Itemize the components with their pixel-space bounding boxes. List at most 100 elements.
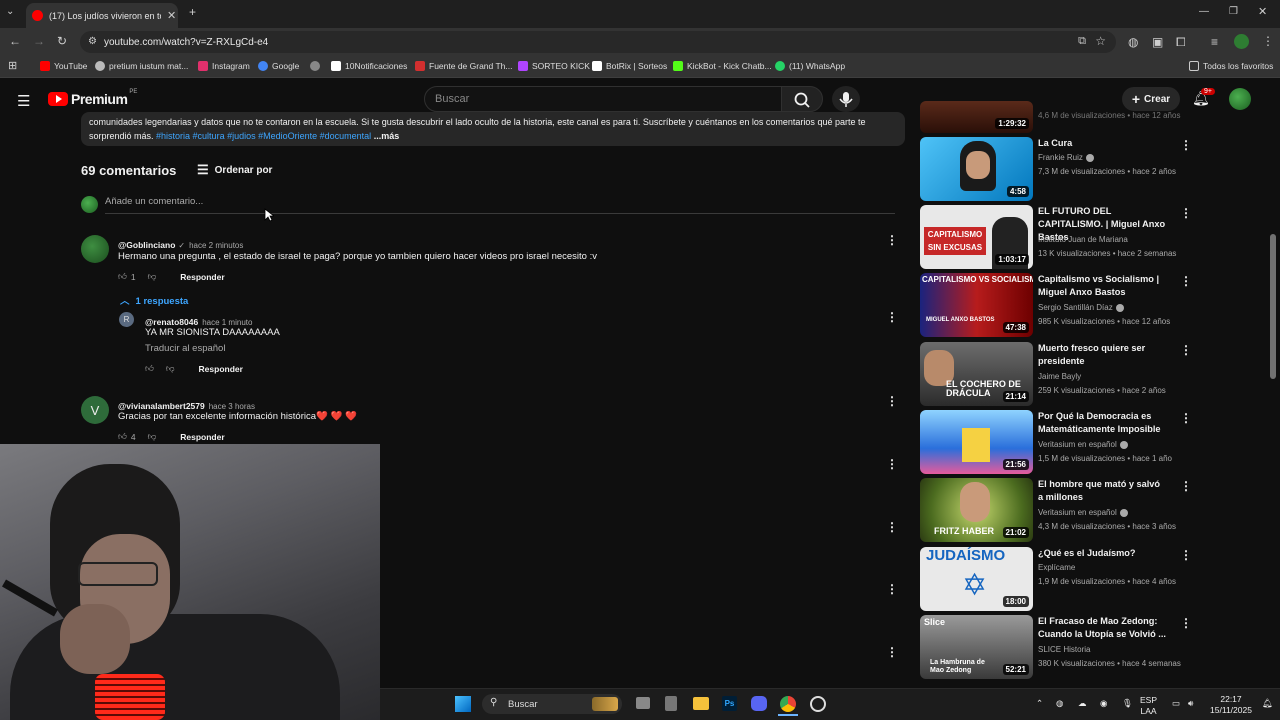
- account-avatar[interactable]: [1229, 88, 1251, 110]
- bookmark-item[interactable]: BotRix | Sorteos: [592, 61, 667, 71]
- add-comment-input[interactable]: Añade un comentario...: [105, 196, 895, 214]
- video-title[interactable]: Capitalismo vs Socialismo | Miguel Anxo …: [1038, 273, 1166, 299]
- bookmark-item[interactable]: YouTube: [40, 61, 87, 71]
- extensions-puzzle-icon[interactable]: ⧠: [1176, 35, 1186, 50]
- channel-name[interactable]: Jaime Bayly: [1038, 372, 1081, 381]
- video-title[interactable]: El hombre que mató y salvó a millones: [1038, 478, 1166, 504]
- windows-start-icon[interactable]: [455, 696, 471, 712]
- channel-name[interactable]: SLICE Historia: [1038, 645, 1090, 654]
- bookmark-item[interactable]: [310, 61, 324, 71]
- bookmark-item[interactable]: Instagram: [198, 61, 250, 71]
- video-menu-icon[interactable]: ⋮: [1180, 207, 1192, 219]
- channel-name[interactable]: Veritasium en español: [1038, 440, 1117, 449]
- tray-app-icon[interactable]: ◉: [1100, 698, 1107, 709]
- comment-menu-icon[interactable]: ⋮: [886, 311, 898, 323]
- sidebar-video[interactable]: CAPITALISMO VS SOCIALISMO MIGUEL ANXO BA…: [920, 273, 1200, 337]
- channel-name[interactable]: Veritasium en español: [1038, 508, 1117, 517]
- bookmark-item[interactable]: Google: [258, 61, 299, 71]
- comment-menu-icon[interactable]: ⋮: [886, 395, 898, 407]
- video-menu-icon[interactable]: ⋮: [1180, 275, 1192, 287]
- extension-icon[interactable]: ▣: [1152, 35, 1163, 49]
- video-thumbnail[interactable]: JUDAÍSMO ✡ 18:00: [920, 547, 1033, 611]
- sidebar-video[interactable]: 1:29:32 4,6 M de visualizaciones • hace …: [920, 101, 1200, 133]
- comment-menu-icon[interactable]: ⋮: [886, 458, 898, 470]
- video-title[interactable]: Muerto fresco quiere ser presidente: [1038, 342, 1166, 368]
- comment-menu-icon[interactable]: ⋮: [886, 583, 898, 595]
- show-more-link[interactable]: ...más: [374, 131, 400, 141]
- video-menu-icon[interactable]: ⋮: [1180, 412, 1192, 424]
- reply-avatar[interactable]: R: [119, 312, 134, 327]
- reply-button[interactable]: Responder: [180, 272, 224, 282]
- discord-icon[interactable]: [751, 696, 767, 711]
- bookmark-star-icon[interactable]: ☆: [1095, 34, 1106, 48]
- taskbar-search[interactable]: ⚲ Buscar: [482, 694, 622, 714]
- reply-button[interactable]: Responder: [180, 432, 224, 442]
- profile-avatar[interactable]: [1234, 34, 1249, 49]
- video-title[interactable]: ¿Qué es el Judaísmo?: [1038, 547, 1166, 560]
- video-thumbnail[interactable]: FRITZ HABER 21:02: [920, 478, 1033, 542]
- taskbar-app-icon[interactable]: [810, 696, 826, 712]
- sidebar-video[interactable]: FRITZ HABER 21:02 El hombre que mató y s…: [920, 478, 1200, 542]
- tray-app-icon[interactable]: ◍: [1056, 698, 1063, 709]
- bookmark-item[interactable]: (11) WhatsApp: [775, 61, 845, 71]
- bookmark-item[interactable]: Fuente de Grand Th...: [415, 61, 512, 71]
- comment-avatar[interactable]: V: [81, 396, 109, 424]
- extension-icon[interactable]: ◍: [1128, 35, 1138, 49]
- channel-name[interactable]: Explícame: [1038, 563, 1075, 572]
- hamburger-menu-icon[interactable]: ☰: [17, 92, 30, 110]
- file-explorer-icon[interactable]: [693, 697, 709, 710]
- comment-menu-icon[interactable]: ⋮: [886, 521, 898, 533]
- video-thumbnail[interactable]: Slice La Hambruna de Mao Zedong 52:21: [920, 615, 1033, 679]
- video-title[interactable]: El Fracaso de Mao Zedong: Cuando la Utop…: [1038, 615, 1166, 641]
- comment-time[interactable]: hace 1 minuto: [202, 318, 252, 327]
- site-info-icon[interactable]: ⚙: [88, 36, 97, 47]
- network-icon[interactable]: ▭: [1172, 698, 1180, 709]
- comment-avatar[interactable]: [81, 235, 109, 263]
- channel-name[interactable]: Instituto Juan de Mariana: [1038, 235, 1128, 244]
- onedrive-icon[interactable]: ☁: [1078, 698, 1087, 709]
- video-menu-icon[interactable]: ⋮: [1180, 139, 1192, 151]
- back-icon[interactable]: ←: [9, 34, 21, 48]
- replies-toggle[interactable]: ︿ 1 respuesta: [120, 293, 188, 307]
- bookmark-item[interactable]: SORTEO KICK: [518, 61, 590, 71]
- translate-link[interactable]: Traducir al español: [145, 343, 225, 354]
- video-thumbnail[interactable]: 4:58: [920, 137, 1033, 201]
- page-scrollbar[interactable]: [1270, 234, 1276, 379]
- reply-button[interactable]: Responder: [199, 364, 243, 374]
- channel-name[interactable]: Frankie Ruiz: [1038, 153, 1083, 162]
- comment-time[interactable]: hace 3 horas: [209, 402, 255, 411]
- task-view-icon[interactable]: [636, 697, 650, 709]
- address-bar[interactable]: ⚙ youtube.com/watch?v=Z-RXLgCd-e4 ⧉ ☆: [80, 31, 1116, 53]
- bookmark-item[interactable]: KickBot - Kick Chatb...: [673, 61, 772, 71]
- dislike-icon[interactable]: 👎︎: [148, 271, 157, 282]
- search-input[interactable]: Buscar: [424, 86, 782, 112]
- tab-list-icon[interactable]: ⌄: [6, 6, 14, 17]
- sidebar-video[interactable]: 4:58 La Cura Frankie Ruiz 7,3 M de visua…: [920, 137, 1200, 201]
- forward-icon[interactable]: →: [33, 34, 45, 48]
- dislike-icon[interactable]: 👎︎: [148, 431, 157, 442]
- reading-list-icon[interactable]: ≡: [1211, 35, 1218, 49]
- notification-center-icon[interactable]: 🔔︎: [1262, 698, 1273, 709]
- sidebar-video[interactable]: 21:56 Por Qué la Democracia es Matemátic…: [920, 410, 1200, 474]
- new-tab-icon[interactable]: +: [189, 5, 196, 19]
- channel-name[interactable]: Sergio Santillán Díaz: [1038, 303, 1113, 312]
- like-icon[interactable]: 👍︎: [145, 363, 154, 374]
- video-description[interactable]: comunidades legendarias y datos que no t…: [81, 112, 905, 146]
- close-window-icon[interactable]: ✕: [1258, 5, 1267, 18]
- tray-overflow-icon[interactable]: ⌃: [1036, 698, 1043, 709]
- like-icon[interactable]: 👍︎: [118, 271, 127, 282]
- video-thumbnail[interactable]: CAPITALISMO VS SOCIALISMO MIGUEL ANXO BA…: [920, 273, 1033, 337]
- youtube-logo[interactable]: Premium PE: [48, 89, 137, 107]
- comment-menu-icon[interactable]: ⋮: [886, 234, 898, 246]
- video-menu-icon[interactable]: ⋮: [1180, 549, 1192, 561]
- video-thumbnail[interactable]: 21:56: [920, 410, 1033, 474]
- restore-window-icon[interactable]: ❐: [1229, 6, 1238, 17]
- sidebar-video[interactable]: EL COCHERO DE DRÁCULA 21:14 Muerto fresc…: [920, 342, 1200, 406]
- video-title[interactable]: La Cura: [1038, 137, 1166, 150]
- sidebar-video[interactable]: JUDAÍSMO ✡ 18:00 ¿Qué es el Judaísmo? Ex…: [920, 547, 1200, 611]
- minimize-window-icon[interactable]: —: [1199, 6, 1209, 17]
- chrome-icon[interactable]: [780, 696, 796, 712]
- search-button[interactable]: [781, 86, 823, 112]
- all-bookmarks[interactable]: Todos los favoritos: [1189, 61, 1273, 71]
- sidebar-video[interactable]: CAPITALISMO SIN EXCUSAS 1:03:17 EL FUTUR…: [920, 205, 1200, 269]
